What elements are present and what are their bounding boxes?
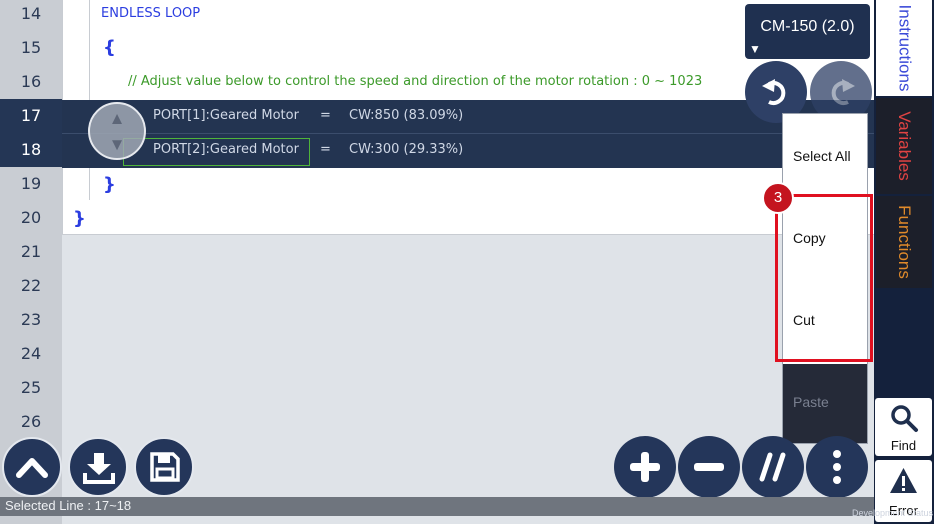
save-icon <box>150 452 180 482</box>
device-label: CM-150 (2.0) <box>760 18 855 35</box>
tab-instructions-label: Instructions <box>895 4 914 92</box>
add-line-button[interactable] <box>614 436 676 498</box>
line-number: 16 <box>20 72 42 91</box>
port2-name[interactable]: PORT[2]:Geared Motor <box>153 142 299 157</box>
close-brace-outer: } <box>73 208 86 229</box>
comment-toggle-button[interactable] <box>742 436 804 498</box>
line-number: 20 <box>20 208 42 227</box>
port2-value[interactable]: CW:300 (29.33%) <box>349 142 463 157</box>
move-lines-handle[interactable]: ▲ ▼ <box>88 102 146 160</box>
menu-item-paste-label: Paste <box>793 394 829 410</box>
annotation-highlight-box <box>775 194 873 362</box>
plus-icon <box>630 452 660 482</box>
menu-item-paste-disabled: Paste <box>783 364 867 443</box>
search-icon <box>891 405 918 432</box>
open-brace: { <box>103 37 116 58</box>
code-comment[interactable]: // Adjust value below to control the spe… <box>128 74 702 89</box>
warning-icon <box>890 468 917 493</box>
line-number: 26 <box>20 412 42 431</box>
more-menu-button[interactable] <box>806 436 868 498</box>
scroll-up-button[interactable] <box>2 437 62 497</box>
download-button[interactable] <box>68 437 128 497</box>
line-divider <box>62 133 874 134</box>
step-badge: 3 <box>762 182 794 214</box>
redo-icon <box>831 79 855 105</box>
up-arrow-icon: ▲ <box>108 109 126 128</box>
port2-equals: = <box>320 142 331 157</box>
line-number-selected[interactable]: 17 <box>0 99 62 133</box>
delete-line-button[interactable] <box>678 436 740 498</box>
line-number: 25 <box>20 378 42 397</box>
download-icon <box>83 453 115 484</box>
tab-variables-label: Variables <box>895 111 914 181</box>
close-brace-inner: } <box>103 174 116 195</box>
line-number: 19 <box>20 174 42 193</box>
tab-functions-label: Functions <box>895 205 915 279</box>
tab-instructions[interactable]: Instructions <box>876 0 932 96</box>
menu-item-select-all[interactable]: Select All <box>793 148 851 164</box>
app-window: 14 15 16 17 18 19 20 21 22 23 24 25 26 E… <box>0 0 934 524</box>
find-button[interactable]: Find <box>875 398 932 456</box>
port1-name[interactable]: PORT[1]:Geared Motor <box>153 108 299 123</box>
line-number: 15 <box>20 38 42 57</box>
selected-lines-status: Selected Line : 17~18 <box>5 498 132 513</box>
down-arrow-icon: ▼ <box>108 135 126 154</box>
line-number: 23 <box>20 310 42 329</box>
more-vertical-icon <box>833 450 841 484</box>
find-label: Find <box>890 438 917 453</box>
line-number: 24 <box>20 344 42 363</box>
save-button[interactable] <box>134 437 194 497</box>
line-number: 14 <box>20 4 42 23</box>
port1-value[interactable]: CW:850 (83.09%) <box>349 108 463 123</box>
status-bar: Selected Line : 17~18 <box>0 497 874 516</box>
line-number: 21 <box>20 242 42 261</box>
chevron-up-icon <box>16 458 48 478</box>
tab-variables[interactable]: Variables <box>876 98 932 194</box>
comment-slash-icon <box>759 452 786 482</box>
development-status-label: Development Status <box>852 508 934 518</box>
tab-functions[interactable]: Functions <box>876 196 932 288</box>
line-number-selected[interactable]: 18 <box>0 133 62 167</box>
device-selector[interactable]: CM-150 (2.0) ▼ <box>745 4 870 59</box>
endless-loop-keyword[interactable]: ENDLESS LOOP <box>101 6 200 21</box>
line-number: 22 <box>20 276 42 295</box>
dropdown-caret-icon: ▼ <box>749 42 761 56</box>
port1-equals: = <box>320 108 331 123</box>
minus-icon <box>694 463 724 471</box>
undo-icon <box>762 79 786 105</box>
